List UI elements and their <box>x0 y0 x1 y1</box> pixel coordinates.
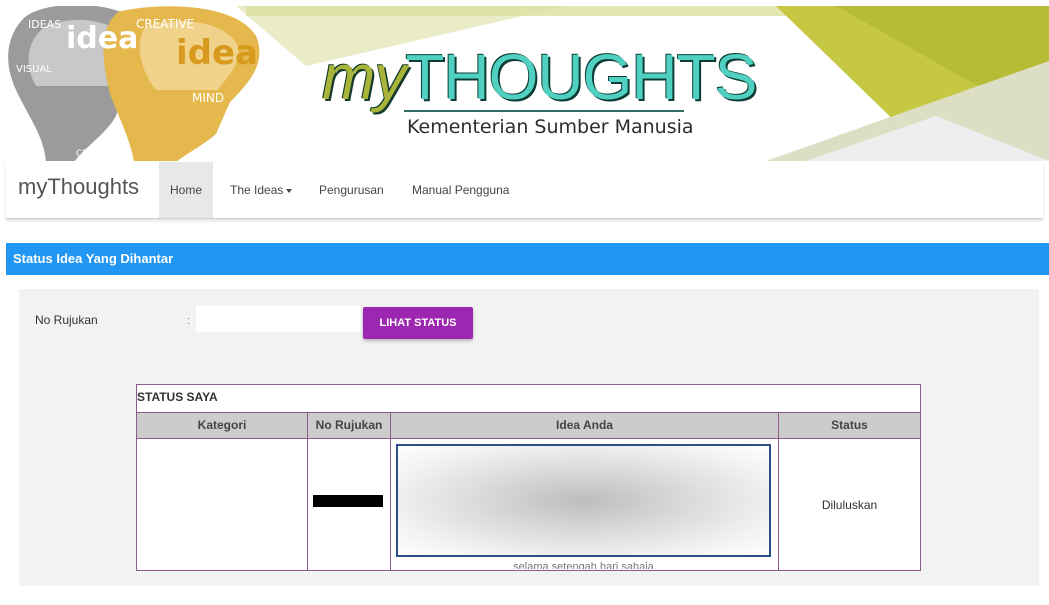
redacted-idea-text <box>396 444 771 557</box>
header-idea-anda: Idea Anda <box>390 413 778 438</box>
cell-status: Diluluskan <box>778 439 920 570</box>
app-logo: myTHOUGHTS Kementerian Sumber Manusia <box>322 41 757 151</box>
lightbulb-word-cloud-icon: idea IDEAS VISUAL idea CREATIVE MIND CRE… <box>8 6 260 161</box>
nav-manual-pengguna[interactable]: Manual Pengguna <box>412 162 509 218</box>
status-value: Diluluskan <box>821 497 878 512</box>
table-header-row: Kategori No Rujukan Idea Anda Status <box>137 412 920 439</box>
ref-label: No Rujukan <box>35 313 98 327</box>
navbar-brand[interactable]: myThoughts <box>18 174 139 200</box>
svg-text:IDEAS: IDEAS <box>28 18 61 31</box>
svg-text:MIND: MIND <box>192 91 224 105</box>
caret-down-icon <box>286 188 293 193</box>
idea-text-tail: selama setengah hari sahaja. <box>513 561 657 569</box>
cell-no-rujukan <box>307 439 390 570</box>
table-caption: STATUS SAYA <box>137 390 218 404</box>
top-navbar: myThoughts Home The Ideas Pengurusan Man… <box>6 162 1043 219</box>
cell-idea-anda: selama setengah hari sahaja. <box>390 439 778 570</box>
header-no-rujukan: No Rujukan <box>307 413 390 438</box>
check-status-button[interactable]: LIHAT STATUS <box>363 307 473 339</box>
logo-prefix: my <box>322 41 406 113</box>
nav-pengurusan[interactable]: Pengurusan <box>319 162 384 218</box>
svg-text:CREATIVE: CREATIVE <box>136 17 194 31</box>
status-table: STATUS SAYA Kategori No Rujukan Idea And… <box>136 384 921 571</box>
header-kategori: Kategori <box>197 418 247 432</box>
logo-subtitle: Kementerian Sumber Manusia <box>407 116 694 138</box>
logo-underline <box>404 110 684 112</box>
header-banner: idea IDEAS VISUAL idea CREATIVE MIND CRE… <box>6 6 1049 161</box>
svg-text:CREATIVE: CREATIVE <box>76 149 120 159</box>
svg-text:idea: idea <box>176 33 258 73</box>
nav-the-ideas[interactable]: The Ideas <box>230 162 293 218</box>
logo-main: THOUGHTS <box>405 41 757 113</box>
panel-title: Status Idea Yang Dihantar <box>6 243 1049 275</box>
cell-kategori <box>137 439 307 570</box>
svg-text:idea: idea <box>66 21 138 56</box>
nav-home[interactable]: Home <box>159 162 214 218</box>
svg-text:VISUAL: VISUAL <box>16 64 52 75</box>
header-status: Status <box>778 413 920 438</box>
ref-number-input[interactable] <box>196 306 361 332</box>
ref-colon: : <box>187 315 191 327</box>
nav-the-ideas-label: The Ideas <box>230 183 284 197</box>
redacted-reference <box>313 495 383 507</box>
status-panel: No Rujukan : LIHAT STATUS STATUS SAYA Ka… <box>19 289 1039 586</box>
